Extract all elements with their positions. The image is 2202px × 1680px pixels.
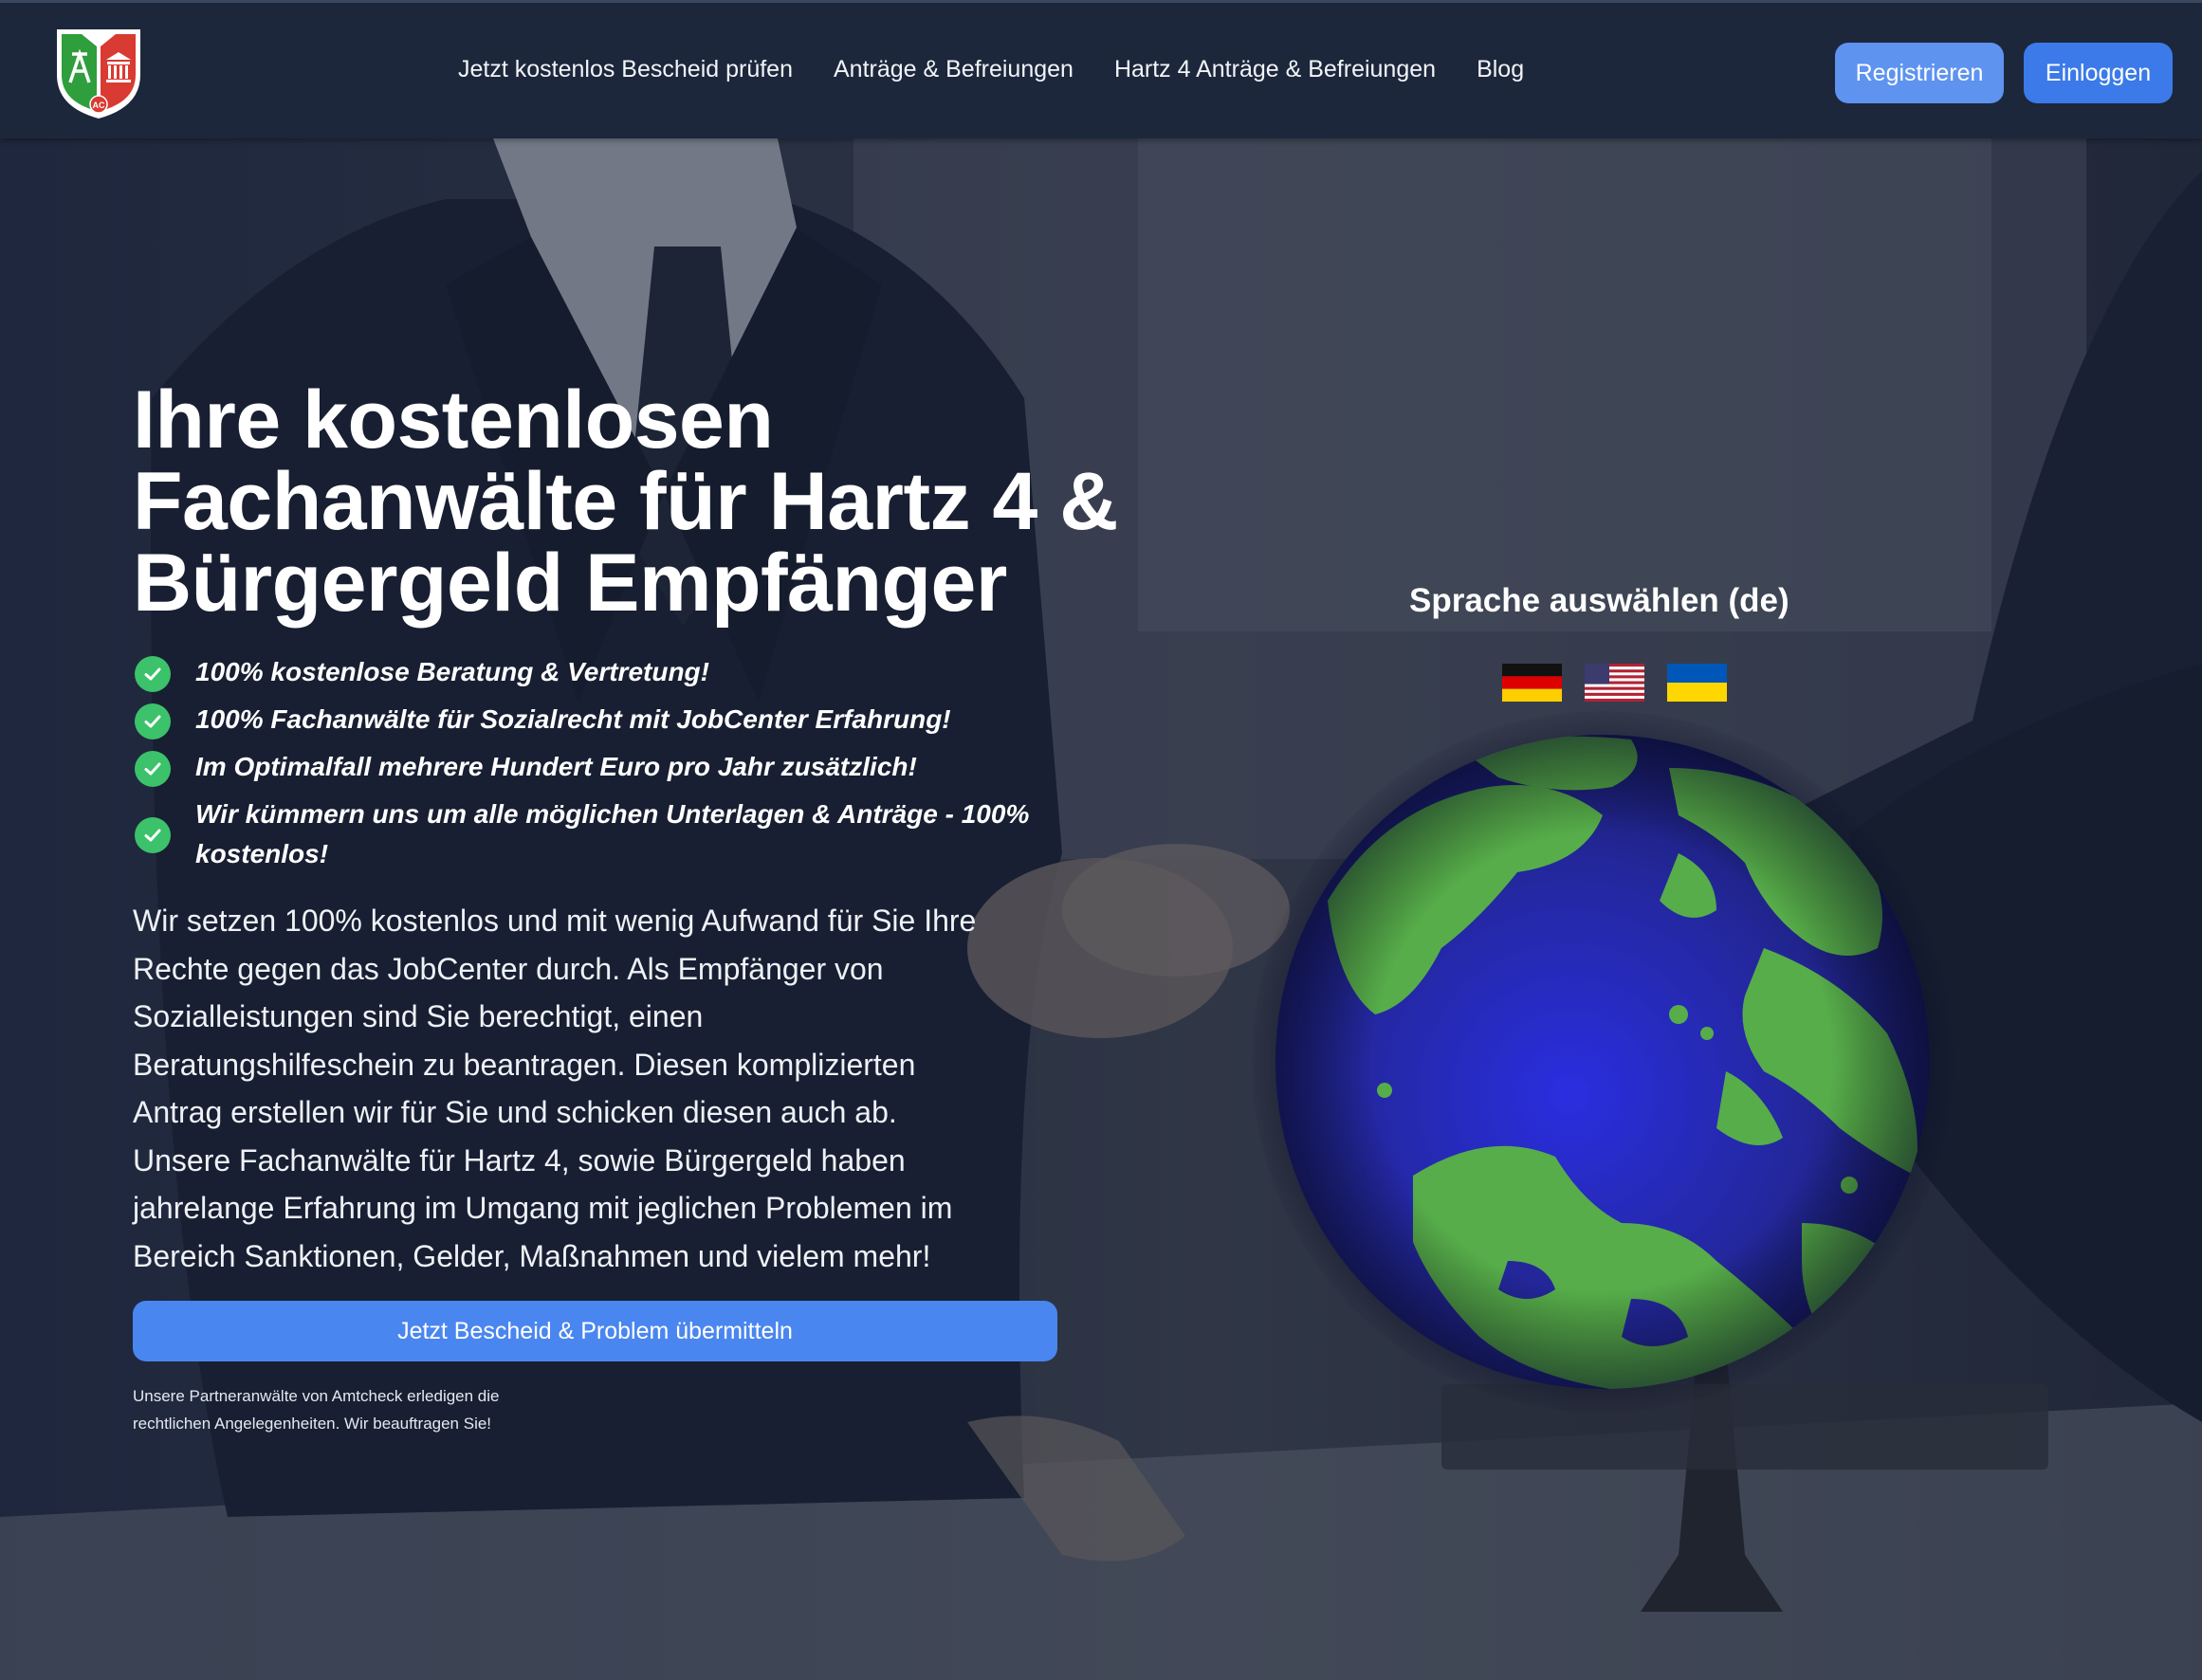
nav-link-antraege-befreiungen[interactable]: Anträge & Befreiungen [834, 56, 1073, 83]
check-circle-icon [135, 817, 171, 853]
svg-text:AC: AC [93, 100, 105, 110]
language-globe[interactable] [1252, 711, 1954, 1413]
nav-link-bescheid-pruefen[interactable]: Jetzt kostenlos Bescheid prüfen [458, 56, 793, 83]
flag-usa-icon[interactable] [1585, 664, 1644, 702]
register-button[interactable]: Registrieren [1835, 43, 2004, 103]
language-flags [1502, 664, 1727, 702]
check-circle-icon [135, 751, 171, 787]
hero-headline: Ihre kostenlosen Fachanwälte für Hartz 4… [133, 374, 1118, 629]
feature-text: Im Optimalfall mehrere Hundert Euro pro … [195, 752, 917, 781]
top-navbar: AC Jetzt kostenlos Bescheid prüfen Anträ… [0, 0, 2202, 138]
flag-ukraine-icon[interactable] [1667, 664, 1727, 702]
feature-list: 100% kostenlose Beratung & Vertretung! 1… [133, 652, 1081, 882]
feature-item: Wir kümmern uns um alle möglichen Unterl… [133, 794, 1081, 874]
feature-item: 100% Fachanwälte für Sozialrecht mit Job… [133, 700, 1081, 740]
globe-icon [1275, 735, 1930, 1389]
check-circle-icon [135, 656, 171, 692]
site-logo[interactable]: AC [53, 26, 144, 120]
hero-description: Wir setzen 100% kostenlos und mit wenig … [133, 904, 977, 1273]
feature-item: 100% kostenlose Beratung & Vertretung! [133, 652, 1081, 692]
submit-notice-button[interactable]: Jetzt Bescheid & Problem übermitteln [133, 1301, 1057, 1361]
feature-text: 100% kostenlose Beratung & Vertretung! [195, 657, 709, 686]
feature-item: Im Optimalfall mehrere Hundert Euro pro … [133, 747, 1081, 787]
feature-text: 100% Fachanwälte für Sozialrecht mit Job… [195, 704, 951, 734]
feature-text: Wir kümmern uns um alle möglichen Unterl… [195, 799, 1030, 868]
main-navigation: Jetzt kostenlos Bescheid prüfen Anträge … [458, 56, 1524, 83]
language-selector-title: Sprache auswählen (de) [1409, 582, 1789, 619]
partner-disclaimer: Unsere Partneranwälte von Amtcheck erled… [133, 1387, 500, 1433]
nav-link-hartz4-antraege[interactable]: Hartz 4 Anträge & Befreiungen [1114, 56, 1436, 83]
shield-logo-icon: AC [57, 29, 140, 119]
nav-link-blog[interactable]: Blog [1477, 56, 1524, 83]
login-button[interactable]: Einloggen [2024, 43, 2173, 103]
flag-germany-icon[interactable] [1502, 664, 1562, 702]
check-circle-icon [135, 703, 171, 740]
